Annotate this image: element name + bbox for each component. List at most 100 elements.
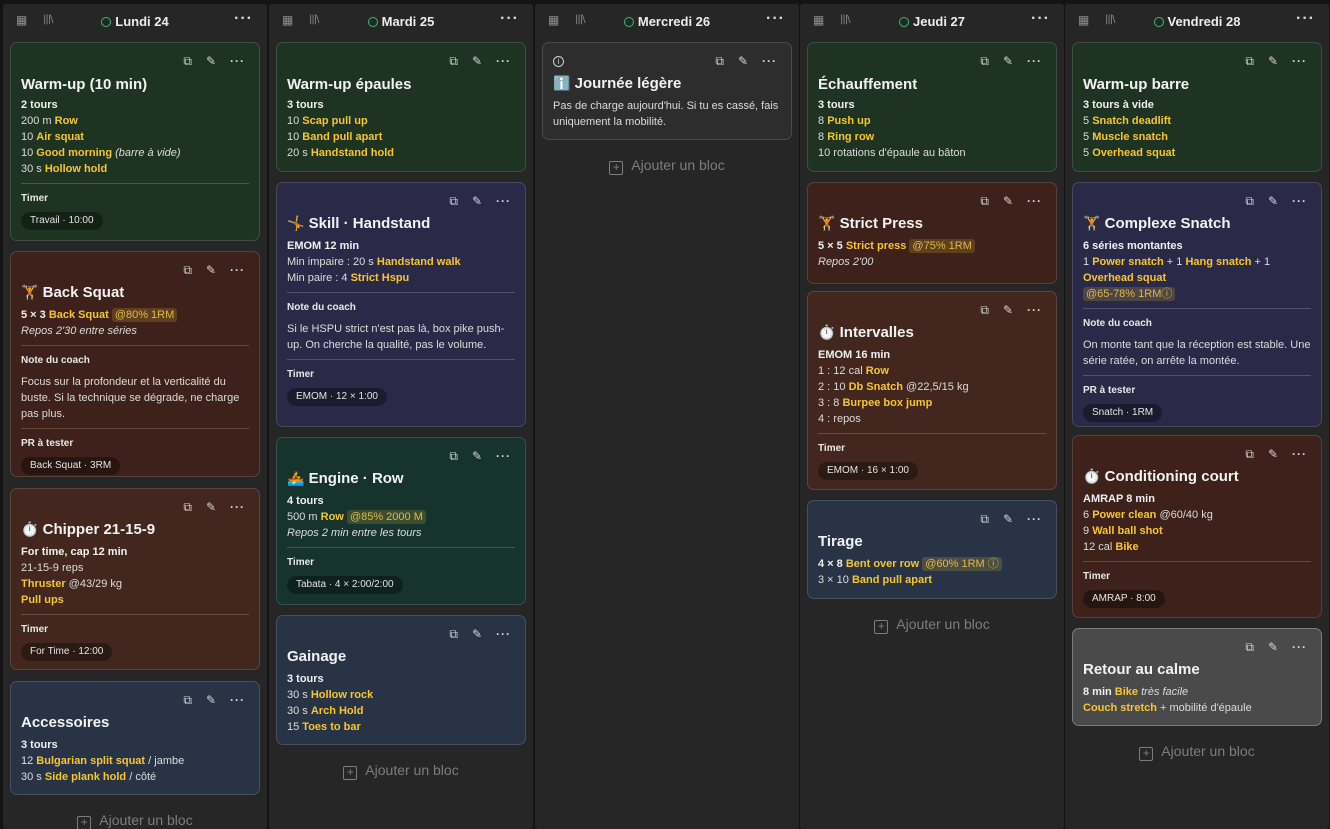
block-card[interactable]: ⧉ ✎ ··· 🚣 Engine · Row 4 tours 500 m Row @…: [276, 437, 526, 605]
more-icon[interactable]: ···: [1027, 195, 1042, 207]
pencil-icon[interactable]: ✎: [206, 694, 216, 706]
pencil-icon[interactable]: ✎: [1268, 641, 1278, 653]
exercise-link[interactable]: Air squat: [36, 131, 84, 143]
copy-icon[interactable]: ⧉: [980, 195, 989, 207]
pencil-icon[interactable]: ✎: [206, 55, 216, 67]
block-card[interactable]: ⧉ ✎ ··· ⏱️ Intervalles EMOM 16 min 1 : 12 …: [807, 291, 1057, 490]
pencil-icon[interactable]: ✎: [472, 195, 482, 207]
copy-icon[interactable]: ⧉: [1245, 55, 1254, 67]
block-card[interactable]: ⧉ ✎ ··· ⏱️ Chipper 21-15-9 For time, cap 1…: [10, 488, 260, 670]
column-more-icon[interactable]: ···: [766, 10, 785, 28]
block-card[interactable]: ⧉ ✎ ··· Warm-up (10 min) 2 tours 200 m Row…: [10, 42, 260, 241]
exercise-link[interactable]: Arch Hold: [311, 705, 364, 717]
add-block-button[interactable]: + Ajouter un bloc: [3, 812, 267, 829]
exercise-link[interactable]: Bent over row: [846, 558, 919, 570]
block-card[interactable]: ⧉ ✎ ··· 🤸 Skill · Handstand EMOM 12 min Mi…: [276, 182, 526, 427]
block-card[interactable]: ⧉ ✎ ··· Gainage 3 tours 30 s Hollow rock 3…: [276, 615, 526, 745]
timer-chip[interactable]: EMOM · 12 × 1:00: [287, 388, 387, 406]
pencil-icon[interactable]: ✎: [1268, 448, 1278, 460]
copy-icon[interactable]: ⧉: [1245, 448, 1254, 460]
info-icon[interactable]: i: [553, 56, 564, 67]
exercise-link[interactable]: Overhead squat: [1083, 272, 1166, 284]
add-block-button[interactable]: + Ajouter un bloc: [800, 616, 1064, 634]
block-card[interactable]: ⧉ ✎ ··· Échauffement 3 tours 8 Push up 8 R…: [807, 42, 1057, 172]
more-icon[interactable]: ···: [1292, 448, 1307, 460]
exercise-link[interactable]: Hang snatch: [1185, 256, 1251, 268]
exercise-link[interactable]: Wall ball shot: [1092, 525, 1163, 537]
block-card-selected[interactable]: ⧉ ✎ ··· Retour au calme 8 min Bike très fa…: [1072, 628, 1322, 726]
more-icon[interactable]: ···: [1027, 55, 1042, 67]
exercise-link[interactable]: Bike: [1115, 686, 1138, 698]
exercise-link[interactable]: Db Snatch: [849, 381, 903, 393]
block-card[interactable]: ⧉ ✎ ··· Tirage 4 × 8 Bent over row @60% 1R…: [807, 500, 1057, 599]
copy-icon[interactable]: ⧉: [449, 195, 458, 207]
exercise-link[interactable]: Row: [321, 511, 344, 523]
copy-icon[interactable]: ⧉: [715, 55, 724, 67]
exercise-link[interactable]: Hollow hold: [45, 163, 107, 175]
more-icon[interactable]: ···: [230, 264, 245, 276]
exercise-link[interactable]: Strict press: [846, 240, 907, 252]
block-card[interactable]: ⧉ ✎ ··· Warm-up barre 3 tours à vide 5 Sna…: [1072, 42, 1322, 172]
more-icon[interactable]: ···: [762, 55, 777, 67]
copy-icon[interactable]: ⧉: [980, 55, 989, 67]
timer-chip[interactable]: Travail · 10:00: [21, 212, 103, 230]
pr-chip[interactable]: Snatch · 1RM: [1083, 404, 1163, 422]
more-icon[interactable]: ···: [496, 195, 511, 207]
pr-chip[interactable]: Back Squat · 3RM: [21, 457, 121, 475]
more-icon[interactable]: ···: [496, 55, 511, 67]
pencil-icon[interactable]: ✎: [472, 55, 482, 67]
block-card[interactable]: ⧉ ✎ ··· Warm-up épaules 3 tours 10 Scap pu…: [276, 42, 526, 172]
copy-icon[interactable]: ⧉: [183, 694, 192, 706]
timer-chip[interactable]: For Time · 12:00: [21, 643, 113, 661]
exercise-link[interactable]: Snatch deadlift: [1092, 115, 1171, 127]
exercise-link[interactable]: Ring row: [827, 131, 874, 143]
pencil-icon[interactable]: ✎: [206, 501, 216, 513]
exercise-link[interactable]: Burpee box jump: [842, 397, 932, 409]
exercise-link[interactable]: Row: [55, 115, 78, 127]
column-more-icon[interactable]: ···: [500, 10, 519, 28]
exercise-link[interactable]: Bike: [1115, 541, 1138, 553]
more-icon[interactable]: ···: [1027, 513, 1042, 525]
pencil-icon[interactable]: ✎: [1003, 513, 1013, 525]
column-more-icon[interactable]: ···: [234, 10, 253, 28]
timer-chip[interactable]: EMOM · 16 × 1:00: [818, 462, 918, 480]
more-icon[interactable]: ···: [496, 450, 511, 462]
exercise-link[interactable]: Power clean: [1092, 509, 1156, 521]
exercise-link[interactable]: Overhead squat: [1092, 147, 1175, 159]
exercise-link[interactable]: Power snatch: [1092, 256, 1164, 268]
pencil-icon[interactable]: ✎: [472, 628, 482, 640]
copy-icon[interactable]: ⧉: [183, 264, 192, 276]
add-block-button[interactable]: + Ajouter un bloc: [535, 157, 799, 175]
exercise-link[interactable]: Couch stretch: [1083, 702, 1157, 714]
more-icon[interactable]: ···: [1292, 195, 1307, 207]
add-block-button[interactable]: + Ajouter un bloc: [1065, 743, 1329, 761]
exercise-link[interactable]: Band pull apart: [852, 574, 932, 586]
copy-icon[interactable]: ⧉: [183, 501, 192, 513]
copy-icon[interactable]: ⧉: [449, 55, 458, 67]
column-more-icon[interactable]: ···: [1031, 10, 1050, 28]
pencil-icon[interactable]: ✎: [1003, 304, 1013, 316]
pencil-icon[interactable]: ✎: [472, 450, 482, 462]
pencil-icon[interactable]: ✎: [206, 264, 216, 276]
exercise-link[interactable]: Back Squat: [49, 309, 109, 321]
exercise-link[interactable]: Toes to bar: [302, 721, 360, 733]
add-block-button[interactable]: + Ajouter un bloc: [269, 762, 533, 780]
more-icon[interactable]: ···: [1027, 304, 1042, 316]
pencil-icon[interactable]: ✎: [1268, 55, 1278, 67]
block-card[interactable]: ⧉ ✎ ··· 🏋️ Back Squat 5 × 3 Back Squat @80…: [10, 251, 260, 477]
exercise-link[interactable]: Thruster: [21, 578, 66, 590]
block-card[interactable]: i ⧉ ✎ ··· ℹ️ Journée légère Pas de charge …: [542, 42, 792, 140]
more-icon[interactable]: ···: [1292, 55, 1307, 67]
pencil-icon[interactable]: ✎: [1003, 195, 1013, 207]
more-icon[interactable]: ···: [496, 628, 511, 640]
exercise-link[interactable]: Muscle snatch: [1092, 131, 1168, 143]
copy-icon[interactable]: ⧉: [980, 513, 989, 525]
copy-icon[interactable]: ⧉: [980, 304, 989, 316]
exercise-link[interactable]: Good morning: [36, 147, 112, 159]
exercise-link[interactable]: Side plank hold: [45, 771, 126, 783]
copy-icon[interactable]: ⧉: [183, 55, 192, 67]
timer-chip[interactable]: Tabata · 4 × 2:00/2:00: [287, 576, 403, 594]
more-icon[interactable]: ···: [1292, 641, 1307, 653]
more-icon[interactable]: ···: [230, 694, 245, 706]
block-card[interactable]: ⧉ ✎ ··· Accessoires 3 tours 12 Bulgarian s…: [10, 681, 260, 795]
